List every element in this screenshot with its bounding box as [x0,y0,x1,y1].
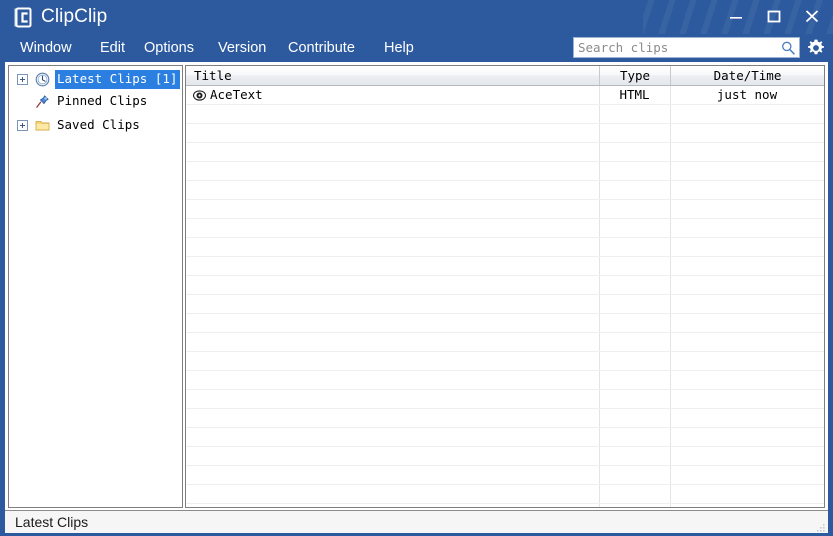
app-title: ClipClip [41,5,107,29]
menu-item-window[interactable]: Window [17,34,75,62]
status-bar: Latest Clips [5,510,828,533]
table-row-empty[interactable] [186,143,824,162]
table-row-empty[interactable] [186,105,824,124]
table-row-empty[interactable] [186,352,824,371]
tree-label-saved-clips: Saved Clips [55,116,143,135]
clips-list-panel[interactable]: Title Type Date/Time AceText [185,65,825,508]
search-input[interactable] [578,38,768,57]
menu-item-version[interactable]: Version [215,34,269,62]
cell-type: HTML [599,86,670,104]
list-header-row: Title Type Date/Time [186,66,824,86]
table-row-empty[interactable] [186,276,824,295]
resize-grip[interactable] [814,520,826,532]
menu-item-edit[interactable]: Edit [97,34,128,62]
maximize-button[interactable] [757,0,791,32]
eye-icon [193,89,206,102]
title-bar: ClipClip [0,0,833,34]
table-row-empty[interactable] [186,219,824,238]
tree-label-pinned-clips: Pinned Clips [55,92,150,111]
table-row-empty[interactable] [186,371,824,390]
table-row-empty[interactable] [186,295,824,314]
search-icon[interactable] [780,40,796,56]
table-row-empty[interactable] [186,409,824,428]
status-text: Latest Clips [15,513,88,531]
clipclip-logo-icon [12,7,33,28]
table-row-empty[interactable] [186,200,824,219]
tree-label-latest-clips: Latest Clips [1] [55,70,180,89]
maximize-icon [765,8,783,24]
close-icon [803,8,821,24]
expander-icon-latest-clips[interactable] [17,74,28,85]
expander-icon-saved-clips[interactable] [17,120,28,131]
table-row-empty[interactable] [186,390,824,409]
table-row-empty[interactable] [186,428,824,447]
list-body: AceText HTML just now [186,86,824,507]
minimize-button[interactable] [719,0,753,32]
clips-tree-panel[interactable]: Latest Clips [1] Pinned Clips [8,65,183,508]
table-row-empty[interactable] [186,124,824,143]
menu-item-help[interactable]: Help [381,34,417,62]
search-box[interactable] [573,37,800,58]
app-window: ClipClip Window Edit Options Version Con… [0,0,833,536]
client-area: Latest Clips [1] Pinned Clips [5,62,828,531]
gear-icon [806,38,826,58]
column-header-type[interactable]: Type [599,66,670,85]
cell-title: AceText [210,86,595,104]
table-row-empty[interactable] [186,333,824,352]
menu-item-options[interactable]: Options [141,34,197,62]
table-row-empty[interactable] [186,162,824,181]
folder-icon [35,118,50,133]
minimize-icon [727,8,745,24]
table-row-empty[interactable] [186,314,824,333]
column-header-date[interactable]: Date/Time [670,66,824,85]
table-row[interactable]: AceText HTML just now [186,86,824,105]
cell-date: just now [670,86,824,104]
table-row-empty[interactable] [186,466,824,485]
table-row-empty[interactable] [186,238,824,257]
settings-button[interactable] [806,38,826,58]
clock-icon [35,72,50,87]
menu-item-contribute[interactable]: Contribute [285,34,358,62]
column-header-title[interactable]: Title [186,66,599,85]
table-row-empty[interactable] [186,257,824,276]
close-button[interactable] [795,0,829,32]
table-row-empty[interactable] [186,447,824,466]
pushpin-icon [35,94,50,109]
table-row-empty[interactable] [186,181,824,200]
table-row-empty[interactable] [186,485,824,504]
